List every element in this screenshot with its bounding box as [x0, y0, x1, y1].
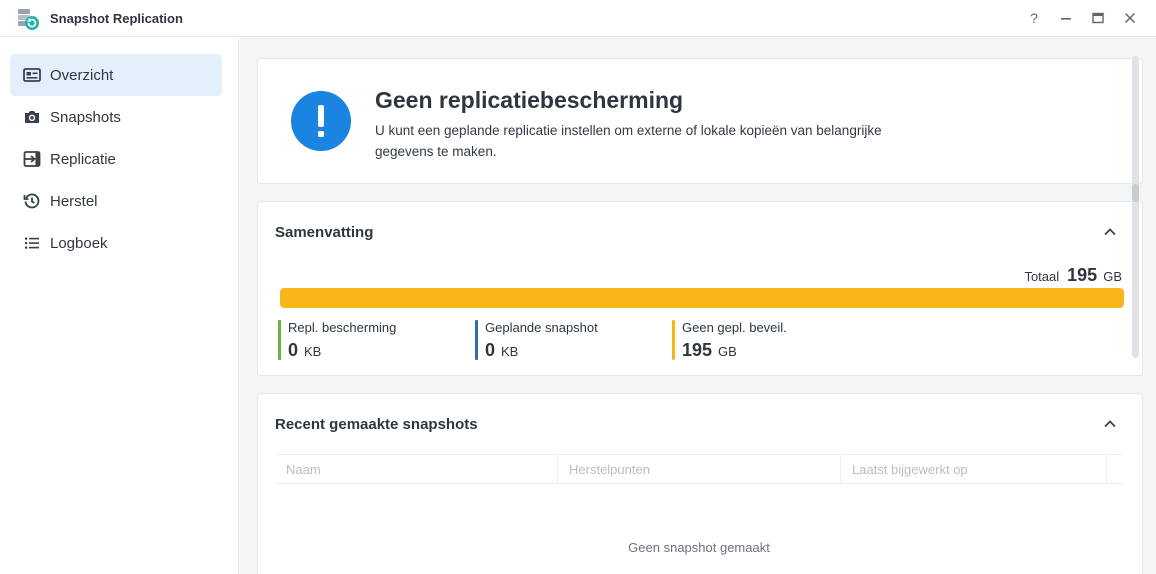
snapshots-table: Naam Herstelpunten Laatst bijgewerkt op … [275, 454, 1123, 555]
recent-collapse-button[interactable] [1100, 414, 1120, 434]
usage-bar [280, 288, 1124, 308]
legend-label: Geen gepl. beveil. [682, 320, 787, 335]
chevron-up-icon [1104, 420, 1116, 428]
main-content: Geen replicatiebescherming U kunt een ge… [240, 38, 1156, 574]
summary-title: Samenvatting [275, 224, 374, 241]
history-icon [23, 192, 41, 210]
overview-icon [23, 66, 41, 84]
total-size: Totaal 195 GB [1024, 265, 1122, 286]
window-title: Snapshot Replication [50, 11, 183, 26]
scrollbar-thumb[interactable] [1132, 184, 1139, 202]
usage-bar-fill [280, 288, 1124, 308]
sidebar-item-label: Herstel [50, 193, 98, 210]
sidebar-item-label: Overzicht [50, 67, 114, 84]
maximize-button[interactable] [1087, 8, 1109, 28]
sidebar-item-replicatie[interactable]: Replicatie [10, 138, 222, 180]
close-button[interactable] [1119, 8, 1141, 28]
alert-description: U kunt een geplande replicatie instellen… [375, 123, 882, 159]
help-button[interactable]: ? [1023, 8, 1045, 28]
sidebar-item-logboek[interactable]: Logboek [10, 222, 222, 264]
sidebar-item-label: Logboek [50, 235, 108, 252]
replication-icon [23, 150, 41, 168]
legend-unit: KB [304, 344, 322, 359]
legend-scheduled-snapshot: Geplande snapshot 0 KB [475, 320, 598, 360]
legend-value: 0 [288, 340, 299, 360]
maximize-icon [1092, 12, 1104, 24]
legend-unit: KB [501, 344, 519, 359]
column-header-restore-points[interactable]: Herstelpunten [558, 455, 841, 483]
sidebar-item-overzicht[interactable]: Overzicht [10, 54, 222, 96]
legend-replication-protection: Repl. bescherming 0 KB [278, 320, 396, 360]
summary-card: Samenvatting Totaal 195 GB Repl. bescher… [257, 201, 1143, 376]
column-header-last-updated[interactable]: Laatst bijgewerkt op [841, 455, 1107, 483]
legend-unprotected: Geen gepl. beveil. 195 GB [672, 320, 787, 360]
total-value: 195 [1067, 265, 1098, 285]
app-logo-icon [16, 7, 40, 31]
alert-title: Geen replicatiebescherming [375, 87, 684, 113]
scrollbar[interactable] [1132, 56, 1139, 358]
title-bar: Snapshot Replication ? [0, 0, 1156, 37]
legend-color-bar [278, 320, 281, 360]
total-label: Totaal [1024, 269, 1060, 284]
total-unit: GB [1103, 269, 1122, 284]
exclamation-icon [291, 91, 351, 151]
chevron-up-icon [1104, 228, 1116, 236]
legend-unit: GB [718, 344, 737, 359]
summary-collapse-button[interactable] [1100, 222, 1120, 242]
empty-table-message: Geen snapshot gemaakt [628, 540, 770, 555]
close-icon [1124, 12, 1136, 24]
legend-color-bar [672, 320, 675, 360]
minimize-icon [1061, 18, 1071, 20]
sidebar: Overzicht Snapshots Replicatie Herstel L… [0, 38, 239, 574]
recent-snapshots-title: Recent gemaakte snapshots [275, 416, 478, 433]
legend-label: Repl. bescherming [288, 320, 397, 335]
sidebar-item-label: Replicatie [50, 151, 116, 168]
legend-label: Geplande snapshot [485, 320, 598, 335]
sidebar-item-label: Snapshots [50, 109, 121, 126]
legend-value: 195 [682, 340, 713, 360]
table-header: Naam Herstelpunten Laatst bijgewerkt op [275, 454, 1123, 484]
list-icon [23, 234, 41, 252]
legend-value: 0 [485, 340, 496, 360]
sidebar-item-snapshots[interactable]: Snapshots [10, 96, 222, 138]
alert-card: Geen replicatiebescherming U kunt een ge… [257, 58, 1143, 184]
legend-color-bar [475, 320, 478, 360]
recent-snapshots-card: Recent gemaakte snapshots Naam Herstelpu… [257, 393, 1143, 574]
sidebar-item-herstel[interactable]: Herstel [10, 180, 222, 222]
minimize-button[interactable] [1055, 8, 1077, 28]
camera-icon [23, 108, 41, 126]
column-header-name[interactable]: Naam [275, 455, 558, 483]
